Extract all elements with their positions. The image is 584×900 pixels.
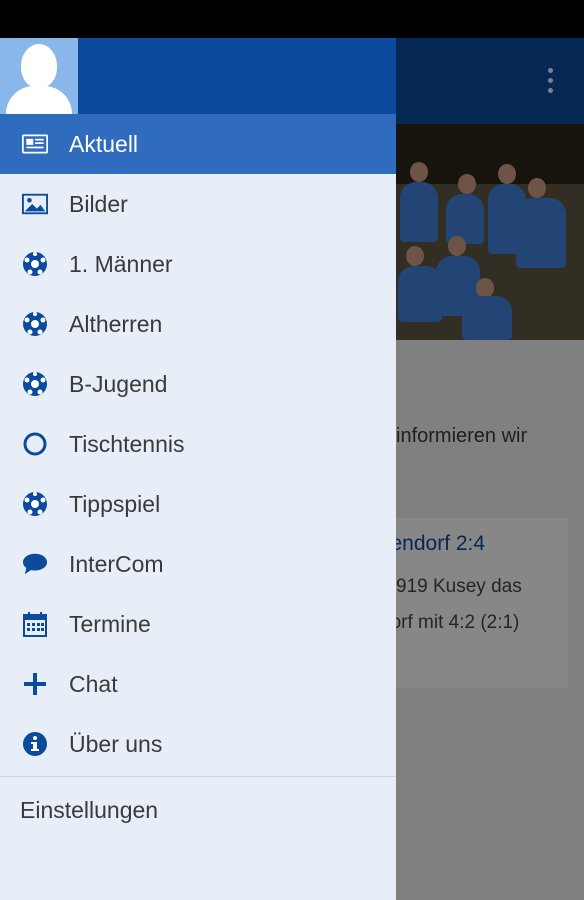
menu-item-termine[interactable]: Termine <box>0 594 396 654</box>
menu-item-tischtennis[interactable]: Tischtennis <box>0 414 396 474</box>
menu-item-chat[interactable]: Chat <box>0 654 396 714</box>
info-icon <box>22 731 48 757</box>
menu-item-label: Termine <box>69 610 151 637</box>
menu-item-intercom[interactable]: InterCom <box>0 534 396 594</box>
menu-item-label: Bilder <box>69 190 128 217</box>
menu-item-aktuell[interactable]: Aktuell <box>0 114 396 174</box>
soccer-ball-icon <box>22 371 48 397</box>
soccer-ball-icon <box>22 491 48 517</box>
navigation-drawer: Aktuell Bilder 1. Männer Altherren B-Jug… <box>0 38 396 900</box>
ring-icon <box>22 431 48 457</box>
drawer-header <box>0 38 396 114</box>
settings-label: Einstellungen <box>20 796 159 823</box>
newspaper-icon <box>22 131 48 157</box>
menu-item-label: Tischtennis <box>69 430 185 457</box>
soccer-ball-icon <box>22 311 48 337</box>
menu-item-label: 1. Männer <box>69 250 173 277</box>
plus-icon <box>22 671 48 697</box>
image-icon <box>22 191 48 217</box>
status-bar <box>0 0 584 38</box>
menu-item-ueber-uns[interactable]: Über uns <box>0 714 396 774</box>
menu-item-label: Altherren <box>69 310 163 337</box>
menu-item-altherren[interactable]: Altherren <box>0 294 396 354</box>
menu-item-tippspiel[interactable]: Tippspiel <box>0 474 396 534</box>
chat-bubble-icon <box>22 551 48 577</box>
menu-item-label: B-Jugend <box>69 370 168 397</box>
calendar-icon <box>22 611 48 637</box>
menu-item-einstellungen[interactable]: Einstellungen <box>0 777 396 843</box>
menu-item-b-jugend[interactable]: B-Jugend <box>0 354 396 414</box>
drawer-menu: Aktuell Bilder 1. Männer Altherren B-Jug… <box>0 114 396 843</box>
user-silhouette-icon[interactable] <box>0 38 78 114</box>
menu-item-label: Tippspiel <box>69 490 161 517</box>
menu-item-label: Aktuell <box>69 130 139 157</box>
soccer-ball-icon <box>22 251 48 277</box>
menu-item-label: Chat <box>69 670 118 697</box>
drawer-scrim[interactable] <box>396 38 584 900</box>
menu-item-label: Über uns <box>69 730 163 757</box>
menu-item-bilder[interactable]: Bilder <box>0 174 396 234</box>
menu-item-1-maenner[interactable]: 1. Männer <box>0 234 396 294</box>
menu-item-label: InterCom <box>69 550 164 577</box>
